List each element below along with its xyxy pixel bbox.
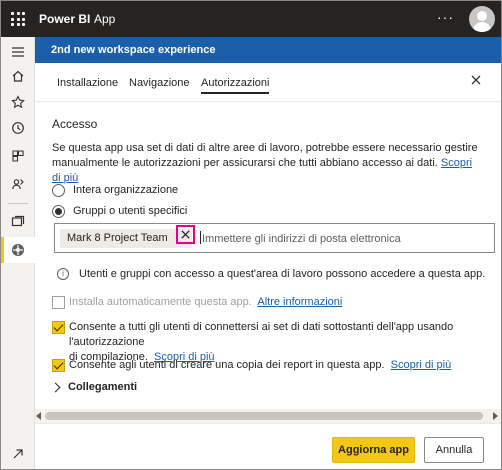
home-icon[interactable] xyxy=(9,67,27,85)
build-permission-label-line1: Consente a tutti gli utenti di connetter… xyxy=(69,321,454,348)
auto-install-checkbox[interactable] xyxy=(52,296,65,309)
email-input-placeholder[interactable]: Immettere gli indirizzi di posta elettro… xyxy=(200,231,401,245)
access-heading: Accesso xyxy=(52,117,98,131)
cancel-button[interactable]: Annulla xyxy=(424,437,484,463)
copy-learn-more-link[interactable]: Scopri di più xyxy=(391,359,452,371)
app-launcher-icon[interactable] xyxy=(9,10,27,28)
build-permission-option: Consente a tutti gli utenti di connetter… xyxy=(52,320,492,363)
auto-install-label: Installa automaticamente questa app. xyxy=(69,296,252,308)
star-icon[interactable] xyxy=(9,93,27,111)
workspace-header: 2nd new workspace experience xyxy=(35,37,501,63)
chevron-right-icon xyxy=(50,382,61,392)
avatar[interactable] xyxy=(469,6,495,32)
workspaces-icon[interactable] xyxy=(9,213,27,231)
auto-install-option: Installa automaticamente questa app. Alt… xyxy=(52,295,492,311)
chip-label: Mark 8 Project Team xyxy=(67,232,168,244)
radio-specific-users[interactable]: Gruppi o utenti specifici xyxy=(52,203,187,219)
remove-chip-icon[interactable] xyxy=(176,225,195,244)
people-picker-input[interactable]: Mark 8 Project Team Immettere gli indiri… xyxy=(54,223,495,253)
footer-divider xyxy=(35,423,501,424)
expand-icon[interactable] xyxy=(9,445,27,463)
app-settings-panel: Installazione Navigazione Autorizzazioni… xyxy=(35,63,501,469)
scrollbar-thumb[interactable] xyxy=(45,412,483,420)
shared-icon[interactable] xyxy=(9,175,27,193)
brand-name[interactable]: Power BI xyxy=(39,12,90,26)
copy-permission-label: Consente agli utenti di creare una copia… xyxy=(69,359,385,371)
top-bar: Power BI App ··· xyxy=(1,1,501,37)
more-options-icon[interactable]: ··· xyxy=(437,9,454,25)
info-icon: i xyxy=(57,268,69,280)
scroll-right-icon[interactable] xyxy=(493,412,498,420)
copy-permission-option: Consente agli utenti di creare una copia… xyxy=(52,358,492,374)
access-description: Se questa app usa set di dati di altre a… xyxy=(52,141,482,186)
radio-entire-org-label: Intera organizzazione xyxy=(73,184,179,196)
copy-permission-text: Consente agli utenti di creare una copia… xyxy=(69,358,451,373)
auto-install-text: Installa automaticamente questa app. Alt… xyxy=(69,295,342,310)
workspace-title: 2nd new workspace experience xyxy=(51,44,216,56)
clock-icon[interactable] xyxy=(9,119,27,137)
radio-entire-org-circle[interactable] xyxy=(52,183,65,197)
access-description-text: Se questa app usa set di dati di altre a… xyxy=(52,142,478,169)
update-app-button[interactable]: Aggiorna app xyxy=(332,437,415,463)
links-label: Collegamenti xyxy=(68,381,138,393)
tab-installazione[interactable]: Installazione xyxy=(57,77,118,89)
nav-divider xyxy=(8,203,28,204)
scroll-left-icon[interactable] xyxy=(36,412,41,420)
hamburger-icon[interactable] xyxy=(9,43,27,61)
horizontal-scrollbar[interactable] xyxy=(35,409,501,423)
apps-icon[interactable] xyxy=(9,147,27,165)
tab-autorizzazioni[interactable]: Autorizzazioni xyxy=(201,77,270,94)
selected-group-chip: Mark 8 Project Team xyxy=(60,229,192,248)
app-window: Power BI App ··· 2nd new workspace exper… xyxy=(0,0,502,470)
close-icon[interactable] xyxy=(469,73,483,87)
section-name: App xyxy=(94,12,116,26)
left-nav xyxy=(1,37,35,469)
more-info-link[interactable]: Altre informazioni xyxy=(257,296,342,308)
info-text: Utenti e gruppi con accesso a quest'area… xyxy=(79,268,486,280)
tab-divider xyxy=(35,101,501,102)
email-input-placeholder-text: Immettere gli indirizzi di posta elettro… xyxy=(202,233,401,245)
info-message: i Utenti e gruppi con accesso a quest'ar… xyxy=(57,266,485,282)
radio-specific-users-label: Gruppi o utenti specifici xyxy=(73,205,188,217)
app-icon[interactable] xyxy=(9,241,27,259)
radio-entire-org[interactable]: Intera organizzazione xyxy=(52,182,178,198)
copy-permission-checkbox[interactable] xyxy=(52,359,65,372)
tab-navigazione[interactable]: Navigazione xyxy=(129,77,190,89)
build-permission-checkbox[interactable] xyxy=(52,321,65,334)
radio-specific-users-circle[interactable] xyxy=(52,204,65,218)
links-expander[interactable]: Collegamenti xyxy=(50,379,138,395)
